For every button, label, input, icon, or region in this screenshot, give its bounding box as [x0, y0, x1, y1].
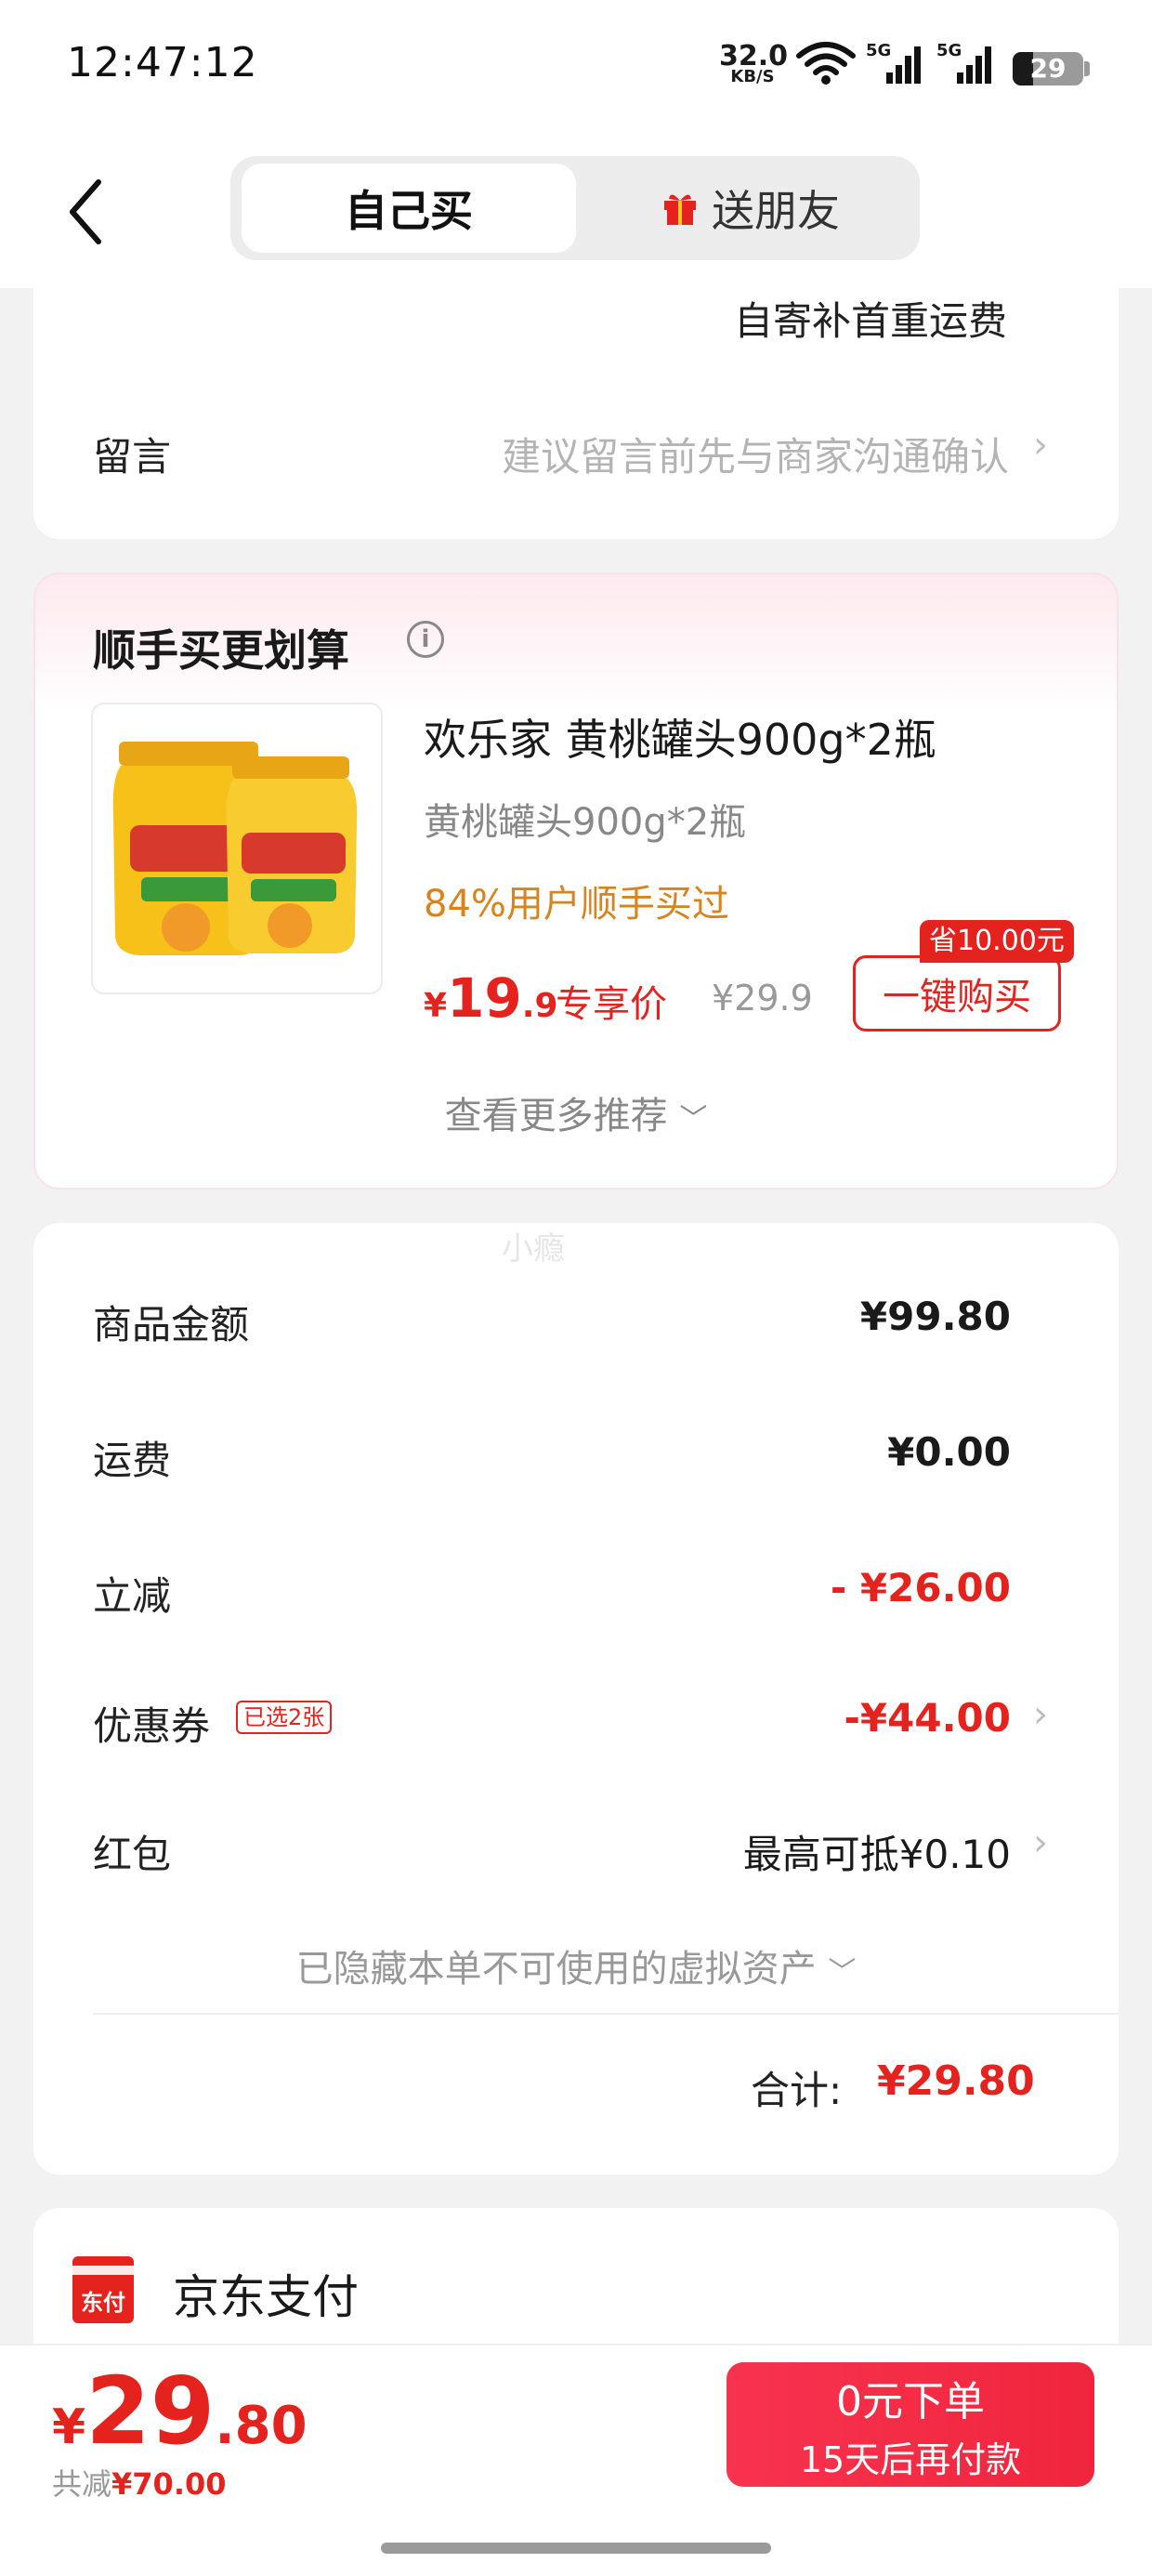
red-packet-label: 红包	[93, 1832, 172, 1877]
instant-discount-label: 立减	[93, 1573, 172, 1619]
pay-later-label: 15天后再付款	[799, 2438, 1022, 2480]
peach-jars-image	[112, 742, 358, 955]
shipping-note: 自寄补首重运费	[733, 298, 1007, 344]
original-price: ¥29.9	[712, 978, 813, 1019]
network-speed: 32.0 KB/S	[719, 43, 788, 85]
back-arrow-icon[interactable]	[59, 175, 115, 249]
chevron-right-icon[interactable]: ›	[1033, 424, 1048, 467]
chevron-down-icon: ﹀	[828, 1956, 857, 1989]
more-recommendations-link[interactable]: 查看更多推荐 ﹀	[0, 1085, 1152, 1139]
goods-amount-value: ¥99.80	[859, 1294, 1011, 1339]
message-input[interactable]: 建议留言前先与商家沟通确认	[427, 426, 1009, 482]
currency-symbol: ¥	[424, 987, 448, 1025]
hidden-assets-link[interactable]: 已隐藏本单不可使用的虚拟资产 ﹀	[0, 1939, 1152, 1992]
coupon-label: 优惠券	[93, 1703, 211, 1749]
savings-badge: 省10.00元	[920, 920, 1074, 963]
tab-gift[interactable]: 送朋友	[591, 164, 910, 253]
tab-self[interactable]: 自己买	[242, 164, 576, 253]
total-saved: 共减¥70.00	[52, 2461, 227, 2504]
message-label: 留言	[93, 434, 172, 480]
battery-level: 29	[1029, 53, 1067, 84]
hidden-assets-label: 已隐藏本单不可使用的虚拟资产	[295, 1948, 817, 1991]
exclusive-price-tag: 专享价	[556, 983, 667, 1026]
final-price-decimal: .80	[215, 2396, 308, 2456]
more-recommendations-label: 查看更多推荐	[444, 1095, 668, 1137]
recommend-title: 顺手买更划算	[93, 625, 349, 676]
battery-icon: 29	[1013, 52, 1083, 85]
battery-tip	[1084, 61, 1090, 76]
info-icon[interactable]: i	[407, 621, 444, 658]
price-decimal: .9	[521, 987, 558, 1025]
final-price: ¥29.80	[52, 2357, 308, 2465]
place-order-button[interactable]: 0元下单 15天后再付款	[727, 2362, 1094, 2487]
total-label: 合计:	[751, 2068, 843, 2113]
total-saved-label: 共减	[52, 2466, 112, 2502]
shipping-fee-value: ¥0.00	[887, 1429, 1011, 1475]
jd-pay-icon-band	[72, 2266, 134, 2275]
chevron-down-icon: ﹀	[679, 1103, 708, 1136]
instant-discount-value: - ¥26.00	[830, 1565, 1011, 1610]
product-spec: 黄桃罐头900g*2瓶	[424, 801, 747, 844]
cellular-signal-icon: 5G	[936, 41, 996, 87]
purchase-rate: 84%用户顺手买过	[424, 883, 729, 926]
coupon-value[interactable]: -¥44.00	[844, 1695, 1011, 1741]
price-integer: 19	[447, 966, 522, 1030]
shipping-fee-label: 运费	[93, 1438, 172, 1483]
home-indicator[interactable]	[381, 2543, 771, 2554]
total-saved-amount: ¥70.00	[111, 2466, 227, 2502]
place-order-label: 0元下单	[836, 2377, 985, 2425]
chevron-right-icon[interactable]: ›	[1033, 1693, 1048, 1736]
goods-amount-label: 商品金额	[93, 1302, 250, 1347]
payment-method-name[interactable]: 京东支付	[173, 2260, 359, 2327]
cellular-signal-icon: 5G	[866, 41, 925, 87]
jd-pay-icon: 东付	[72, 2256, 134, 2323]
divider	[93, 2013, 1119, 2015]
watermark: 小瘾	[502, 1230, 565, 1268]
one-click-buy-button[interactable]: 一键购买	[853, 955, 1061, 1032]
exclusive-price: ¥19.9	[424, 966, 558, 1030]
product-image[interactable]	[91, 703, 383, 994]
wifi-icon	[796, 42, 856, 85]
coupon-selected-tag: 已选2张	[236, 1701, 333, 1734]
tab-gift-label: 送朋友	[712, 186, 840, 236]
final-price-integer: 29	[85, 2357, 216, 2465]
chevron-right-icon[interactable]: ›	[1033, 1821, 1048, 1864]
currency-symbol: ¥	[52, 2399, 86, 2455]
jd-pay-icon-text: 东付	[81, 2290, 125, 2316]
red-packet-value[interactable]: 最高可抵¥0.10	[743, 1823, 1011, 1880]
gift-icon	[664, 194, 696, 225]
status-time: 12:47:12	[67, 39, 258, 86]
total-value: ¥29.80	[877, 2057, 1035, 2105]
product-name[interactable]: 欢乐家 黄桃罐头900g*2瓶	[424, 706, 936, 768]
